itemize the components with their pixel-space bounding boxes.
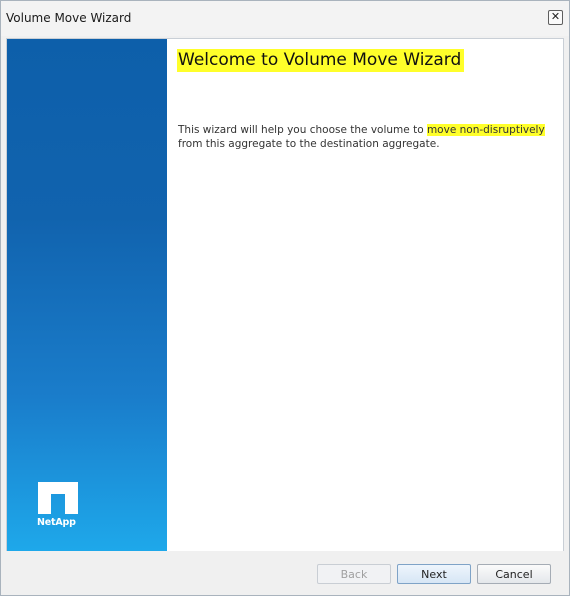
back-button[interactable]: Back: [317, 564, 391, 584]
window-title: Volume Move Wizard: [6, 11, 132, 25]
netapp-logo: NetApp: [37, 482, 83, 528]
wizard-description: This wizard will help you choose the vol…: [178, 123, 558, 151]
close-button[interactable]: ✕: [548, 10, 563, 25]
next-button[interactable]: Next: [397, 564, 471, 584]
description-highlight: move non-disruptively: [426, 124, 545, 136]
description-text-end: from this aggregate to the destination a…: [178, 138, 440, 150]
description-text-start: This wizard will help you choose the vol…: [178, 124, 427, 136]
netapp-logo-icon: [38, 482, 78, 514]
logo-text: NetApp: [37, 517, 76, 528]
wizard-window: Volume Move Wizard ✕ NetApp Welcome to V…: [0, 0, 570, 596]
close-icon: ✕: [550, 10, 561, 23]
cancel-button[interactable]: Cancel: [477, 564, 551, 584]
side-banner: NetApp: [7, 39, 167, 551]
page-title: Welcome to Volume Move Wizard: [177, 49, 465, 72]
button-bar: Back Next Cancel: [1, 551, 569, 595]
wizard-content: NetApp Welcome to Volume Move Wizard Thi…: [6, 38, 564, 552]
title-bar: Volume Move Wizard ✕: [1, 1, 569, 36]
main-panel: Welcome to Volume Move Wizard This wizar…: [167, 39, 563, 551]
